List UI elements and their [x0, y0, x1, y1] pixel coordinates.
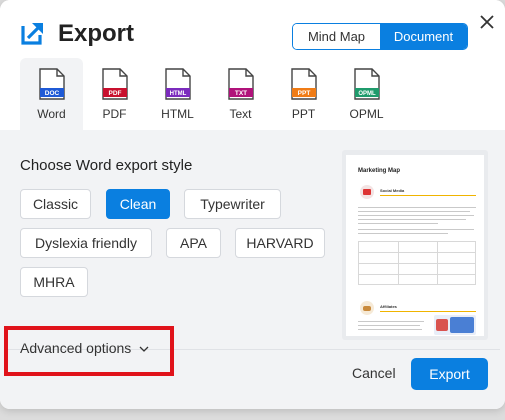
style-preview: Marketing Map Social Media Affiliates [342, 150, 488, 340]
preview-section-affiliates: Affiliates [380, 304, 397, 309]
preview-text-line [358, 229, 474, 230]
format-tab-ppt[interactable]: PPT PPT [272, 58, 335, 130]
preview-rule [380, 311, 476, 312]
export-dialog: Export Mind Map Document DOC Word PDF PD… [0, 0, 505, 409]
preview-text-line [358, 329, 422, 330]
style-mhra-button[interactable]: MHRA [20, 267, 88, 297]
preview-page: Marketing Map Social Media Affiliates [346, 155, 484, 336]
preview-page-title: Marketing Map [358, 168, 401, 174]
ppt-file-icon: PPT [290, 68, 317, 100]
pdf-file-icon: PDF [101, 68, 128, 100]
export-options-panel: Choose Word export style Classic Clean T… [0, 130, 505, 409]
dialog-header: Export Mind Map Document DOC Word PDF PD… [0, 0, 505, 130]
format-tab-text[interactable]: TXT Text [209, 58, 272, 130]
format-tag-txt: TXT [234, 90, 246, 97]
html-file-icon: HTML [164, 68, 191, 100]
mode-toggle: Mind Map Document [292, 23, 468, 50]
preview-section-social-media: Social Media [380, 188, 405, 193]
style-clean-button[interactable]: Clean [106, 189, 170, 219]
style-dyslexia-button[interactable]: Dyslexia friendly [20, 228, 152, 258]
style-typewriter-button[interactable]: Typewriter [184, 189, 281, 219]
highlight-box [4, 326, 174, 376]
preview-table [358, 241, 476, 285]
txt-file-icon: TXT [227, 68, 254, 100]
preview-text-line [358, 207, 476, 208]
format-tab-html[interactable]: HTML HTML [146, 58, 209, 130]
preview-text-line [358, 321, 424, 322]
format-tag-ppt: PPT [297, 90, 310, 97]
preview-rule [380, 195, 476, 196]
preview-text-line [358, 211, 470, 212]
mind-map-toggle[interactable]: Mind Map [293, 24, 380, 49]
format-label-ppt: PPT [291, 107, 316, 121]
preview-text-line [358, 215, 474, 216]
dialog-title: Export [58, 20, 135, 47]
style-classic-button[interactable]: Classic [20, 189, 91, 219]
format-label-pdf: PDF [102, 107, 127, 121]
format-label-opml: OPML [349, 107, 384, 121]
preview-text-line [358, 233, 448, 234]
format-tab-word[interactable]: DOC Word [20, 58, 83, 130]
preview-image [434, 315, 476, 335]
preview-text-line [358, 219, 466, 220]
cancel-button[interactable]: Cancel [352, 365, 396, 381]
format-tab-opml[interactable]: OPML OPML [335, 58, 398, 130]
style-harvard-button[interactable]: HARVARD [235, 228, 325, 258]
doc-file-icon: DOC [38, 68, 65, 100]
social-media-illustration [360, 185, 374, 199]
format-label-text: Text [229, 107, 252, 121]
preview-text-line [358, 325, 420, 326]
export-button[interactable]: Export [411, 358, 488, 390]
format-label-word: Word [37, 107, 66, 121]
style-heading: Choose Word export style [20, 157, 193, 174]
format-tab-pdf[interactable]: PDF PDF [83, 58, 146, 130]
format-tag-pdf: PDF [108, 90, 121, 97]
style-apa-button[interactable]: APA [166, 228, 221, 258]
export-icon [21, 22, 44, 45]
preview-text-line [358, 223, 438, 224]
format-tabs: DOC Word PDF PDF HTML HTML TXT Text PPT … [20, 58, 398, 130]
format-tag-html: HTML [169, 91, 186, 97]
close-icon[interactable] [477, 12, 497, 32]
opml-file-icon: OPML [353, 68, 380, 100]
document-toggle[interactable]: Document [380, 24, 467, 49]
format-tag-opml: OPML [358, 91, 376, 97]
format-label-html: HTML [161, 107, 194, 121]
format-tag-doc: DOC [44, 90, 59, 97]
affiliates-illustration [360, 301, 374, 315]
